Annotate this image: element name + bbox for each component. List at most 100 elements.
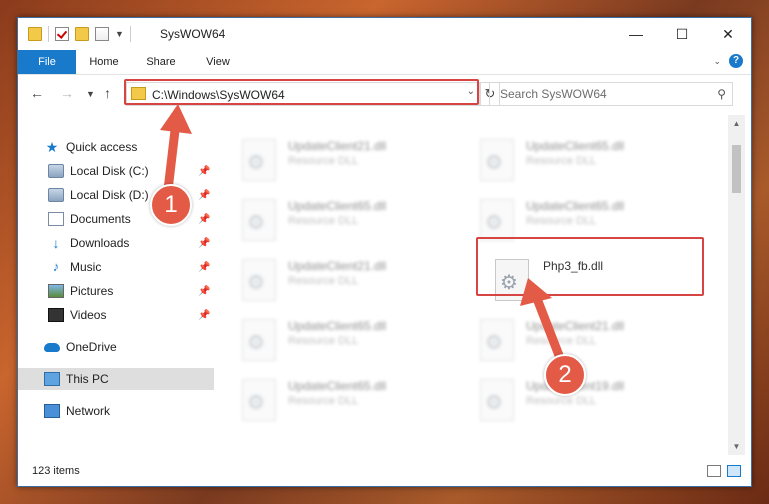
sidebar-item-label: OneDrive bbox=[66, 340, 117, 354]
sidebar-item-videos[interactable]: Videos 📌 bbox=[18, 304, 214, 326]
file-highlight bbox=[476, 237, 704, 296]
recent-locations-icon[interactable]: ▼ bbox=[86, 89, 95, 99]
file-name: UpdateClient65.dll bbox=[288, 319, 387, 333]
title-bar: ▼ SysWOW64 — ☐ ✕ bbox=[18, 18, 751, 50]
tab-home[interactable]: Home bbox=[80, 50, 128, 74]
music-icon: ♪ bbox=[52, 259, 60, 274]
network-icon bbox=[44, 404, 60, 418]
properties-check-icon[interactable] bbox=[55, 27, 69, 41]
list-item[interactable]: UpdateClient65.dll Resource DLL bbox=[242, 315, 472, 371]
scroll-up-icon[interactable]: ▲ bbox=[728, 115, 745, 132]
cloud-icon bbox=[44, 342, 60, 352]
list-item[interactable]: UpdateClient21.dll Resource DLL bbox=[242, 255, 472, 311]
pin-icon[interactable]: 📌 bbox=[198, 310, 210, 321]
sidebar-item-quick-access[interactable]: ★ Quick access bbox=[18, 136, 214, 158]
file-type: Resource DLL bbox=[288, 395, 359, 407]
list-item[interactable]: UpdateClient21.dll Resource DLL bbox=[480, 315, 710, 371]
tab-view[interactable]: View bbox=[194, 50, 242, 74]
pin-icon[interactable]: 📌 bbox=[198, 238, 210, 249]
file-name: UpdateClient65.dll bbox=[526, 139, 625, 153]
file-name: UpdateClient65.dll bbox=[526, 199, 625, 213]
search-icon[interactable]: ⚲ bbox=[717, 87, 726, 101]
forward-arrow-icon[interactable]: → bbox=[60, 85, 74, 101]
search-input[interactable] bbox=[498, 86, 702, 102]
list-item[interactable]: UpdateClient65.dll Resource DLL bbox=[480, 135, 710, 191]
sidebar-item-label: Pictures bbox=[70, 284, 114, 298]
tab-file[interactable]: File bbox=[18, 50, 76, 74]
vertical-scrollbar[interactable]: ▲ ▼ bbox=[728, 115, 745, 455]
tiles-view-icon[interactable] bbox=[727, 465, 741, 477]
pin-icon[interactable]: 📌 bbox=[198, 262, 210, 273]
dll-file-icon bbox=[480, 319, 514, 361]
sidebar-item-network[interactable]: Network bbox=[18, 400, 214, 422]
callout-step-2: 2 bbox=[544, 354, 586, 396]
file-type: Resource DLL bbox=[288, 275, 359, 287]
item-count: 123 items bbox=[32, 465, 80, 477]
list-item[interactable]: UpdateClient65.dll Resource DLL bbox=[242, 195, 472, 251]
sidebar-item-label: Videos bbox=[70, 308, 107, 322]
qat-dropdown-icon[interactable]: ▼ bbox=[115, 29, 124, 39]
pin-icon[interactable]: 📌 bbox=[198, 166, 210, 177]
address-bar-highlight bbox=[124, 79, 479, 105]
callout-step-1: 1 bbox=[150, 184, 192, 226]
dll-file-icon bbox=[480, 379, 514, 421]
file-type: Resource DLL bbox=[288, 155, 359, 167]
minimize-button[interactable]: — bbox=[613, 18, 659, 50]
dll-file-icon bbox=[242, 319, 276, 361]
ribbon-tabs: File Home Share View ⌄ ? bbox=[18, 50, 751, 75]
sidebar-item-this-pc[interactable]: This PC bbox=[18, 368, 214, 390]
download-icon: ↓ bbox=[52, 235, 60, 251]
status-bar: 123 items bbox=[18, 459, 751, 486]
sidebar-item-label: Local Disk (C:) bbox=[70, 164, 149, 178]
ribbon-right: ⌄ ? bbox=[713, 54, 743, 68]
sidebar-item-music[interactable]: ♪ Music 📌 bbox=[18, 256, 214, 278]
maximize-button[interactable]: ☐ bbox=[659, 18, 705, 50]
sidebar-item-pictures[interactable]: Pictures 📌 bbox=[18, 280, 214, 302]
sidebar-item-label: Downloads bbox=[70, 236, 130, 250]
dll-file-icon bbox=[480, 199, 514, 241]
scrollbar-thumb[interactable] bbox=[732, 145, 741, 193]
new-folder-icon[interactable] bbox=[75, 27, 89, 41]
close-button[interactable]: ✕ bbox=[705, 18, 751, 50]
list-item[interactable]: UpdateClient65.dll Resource DLL bbox=[242, 375, 472, 431]
scroll-down-icon[interactable]: ▼ bbox=[728, 438, 745, 455]
dll-file-icon bbox=[242, 199, 276, 241]
folder-icon[interactable] bbox=[28, 27, 42, 41]
list-item[interactable]: UpdateClient19.dll Resource DLL bbox=[480, 375, 710, 431]
sidebar-item-label: Network bbox=[66, 404, 111, 418]
up-arrow-icon[interactable]: ↑ bbox=[104, 85, 111, 101]
details-view-icon[interactable] bbox=[707, 465, 721, 477]
sidebar-item-label: Local Disk (D:) bbox=[70, 188, 149, 202]
expand-ribbon-icon[interactable]: ⌄ bbox=[713, 56, 721, 67]
customize-icon[interactable] bbox=[95, 27, 109, 41]
sidebar-item-local-disk-c[interactable]: Local Disk (C:) 📌 bbox=[18, 160, 214, 182]
file-name: UpdateClient65.dll bbox=[288, 199, 387, 213]
drive-icon bbox=[48, 188, 64, 202]
sidebar-item-onedrive[interactable]: OneDrive bbox=[18, 336, 214, 358]
sidebar-item-downloads[interactable]: ↓ Downloads 📌 bbox=[18, 232, 214, 254]
sidebar-item-label: Quick access bbox=[66, 140, 138, 154]
dll-file-icon bbox=[242, 259, 276, 301]
dll-file-icon bbox=[242, 139, 276, 181]
window-title: SysWOW64 bbox=[160, 27, 226, 41]
file-name: UpdateClient21.dll bbox=[288, 139, 387, 153]
pin-icon[interactable]: 📌 bbox=[198, 190, 210, 201]
file-type: Resource DLL bbox=[288, 335, 359, 347]
file-name: UpdateClient65.dll bbox=[288, 379, 387, 393]
dll-file-icon bbox=[242, 379, 276, 421]
search-box[interactable]: ⚲ bbox=[489, 82, 733, 106]
tab-share[interactable]: Share bbox=[136, 50, 186, 74]
pictures-icon bbox=[48, 284, 64, 298]
help-icon[interactable]: ? bbox=[729, 54, 743, 68]
pin-icon[interactable]: 📌 bbox=[198, 286, 210, 297]
file-type: Resource DLL bbox=[526, 155, 597, 167]
sidebar-item-label: This PC bbox=[66, 372, 109, 386]
list-item[interactable]: UpdateClient21.dll Resource DLL bbox=[242, 135, 472, 191]
file-name: UpdateClient21.dll bbox=[288, 259, 387, 273]
file-type: Resource DLL bbox=[288, 215, 359, 227]
pin-icon[interactable]: 📌 bbox=[198, 214, 210, 225]
drive-icon bbox=[48, 164, 64, 178]
back-arrow-icon[interactable]: ← bbox=[30, 85, 44, 101]
separator bbox=[129, 26, 131, 42]
file-type: Resource DLL bbox=[526, 335, 597, 347]
